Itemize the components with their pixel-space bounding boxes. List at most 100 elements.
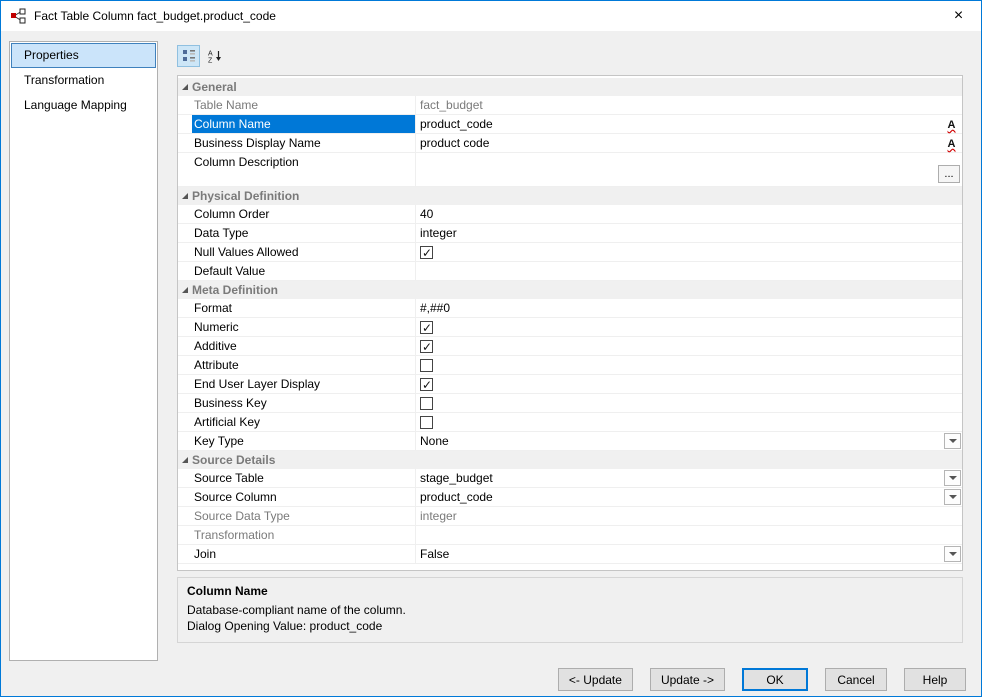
property-label: Source Table [192,469,416,487]
property-row-additive[interactable]: Additive [178,337,962,356]
property-row-business-key[interactable]: Business Key [178,394,962,413]
numeric-checkbox[interactable] [420,319,433,336]
update-right-button[interactable]: Update -> [649,668,725,691]
property-label: Key Type [192,432,416,450]
join-dropdown[interactable] [944,546,961,562]
property-value[interactable] [416,153,962,186]
key-type-dropdown[interactable] [944,433,961,449]
property-row-join[interactable]: Join False [178,545,962,564]
end-user-layer-display-checkbox[interactable] [420,376,433,393]
property-row-data-type[interactable]: Data Type integer [178,224,962,243]
categorized-view-button[interactable] [177,45,200,67]
sidebar-item-transformation[interactable]: Transformation [11,68,156,93]
source-table-dropdown[interactable] [944,470,961,486]
close-button[interactable]: × [936,2,981,31]
section-header-source-details[interactable]: Source Details [178,451,962,469]
help-button[interactable]: Help [904,668,966,691]
collapse-arrow-icon[interactable] [182,287,188,293]
update-left-button[interactable]: <- Update [557,668,633,691]
null-values-checkbox[interactable] [420,244,433,261]
categorized-icon [182,50,195,62]
description-title: Column Name [187,584,268,598]
property-row-attribute[interactable]: Attribute [178,356,962,375]
property-value[interactable]: product_code [416,115,962,133]
property-label: Source Column [192,488,416,506]
font-icon[interactable]: A [944,117,959,132]
collapse-arrow-icon[interactable] [182,84,188,90]
property-value: fact_budget [420,98,483,112]
sidebar-item-language-mapping[interactable]: Language Mapping [11,93,156,118]
grid-toolbar: A Z [177,45,226,67]
chevron-down-icon [948,476,957,480]
section-header-general[interactable]: General [178,78,962,96]
cancel-button[interactable]: Cancel [825,668,887,691]
svg-text:Z: Z [208,58,213,64]
property-label: Artificial Key [192,413,416,431]
property-row-column-name[interactable]: Column Name product_code A [178,115,962,134]
source-column-dropdown[interactable] [944,489,961,505]
property-value[interactable]: #,##0 [416,299,962,317]
property-value[interactable]: 40 [416,205,962,223]
property-label: Business Display Name [192,134,416,152]
section-title: Source Details [192,453,276,467]
property-row-source-column[interactable]: Source Column product_code [178,488,962,507]
property-label: Additive [192,337,416,355]
property-row-numeric[interactable]: Numeric [178,318,962,337]
property-row-column-order[interactable]: Column Order 40 [178,205,962,224]
property-label: Transformation [192,526,416,544]
property-label: Table Name [192,96,416,114]
property-row-key-type[interactable]: Key Type None [178,432,962,451]
sort-alphabetical-button[interactable]: A Z [203,45,226,67]
property-label: Numeric [192,318,416,336]
property-row-source-table[interactable]: Source Table stage_budget [178,469,962,488]
chevron-down-icon [948,439,957,443]
property-value[interactable]: None [416,432,962,450]
title-bar: Fact Table Column fact_budget.product_co… [1,1,981,31]
property-row-end-user-layer-display[interactable]: End User Layer Display [178,375,962,394]
property-label: Data Type [192,224,416,242]
footer-buttons: <- Update Update -> OK Cancel Help [557,668,966,691]
property-row-artificial-key[interactable]: Artificial Key [178,413,962,432]
property-value[interactable]: integer [416,224,962,242]
collapse-arrow-icon[interactable] [182,193,188,199]
ellipsis-button[interactable]: ... [938,165,960,183]
property-row-business-display-name[interactable]: Business Display Name product code A [178,134,962,153]
property-label: Business Key [192,394,416,412]
property-row-transformation[interactable]: Transformation [178,526,962,545]
svg-text:A: A [208,51,213,58]
property-row-table-name[interactable]: Table Name fact_budget [178,96,962,115]
section-title: General [192,80,237,94]
property-row-default-value[interactable]: Default Value [178,262,962,281]
property-value[interactable]: stage_budget [416,469,962,487]
property-grid: General Table Name fact_budget Column Na… [177,75,963,571]
property-row-column-description[interactable]: Column Description ... [178,153,962,187]
property-label: Column Order [192,205,416,223]
attribute-checkbox[interactable] [420,359,433,372]
section-header-meta-definition[interactable]: Meta Definition [178,281,962,299]
property-value[interactable]: False [416,545,962,563]
artificial-key-checkbox[interactable] [420,416,433,429]
property-label: Format [192,299,416,317]
chevron-down-icon [948,495,957,499]
section-title: Meta Definition [192,283,278,297]
property-value[interactable]: product_code [416,488,962,506]
collapse-arrow-icon[interactable] [182,457,188,463]
property-label: Attribute [192,356,416,374]
property-value[interactable] [416,262,962,280]
description-line: Database-compliant name of the column. [187,603,406,617]
property-label: Join [192,545,416,563]
section-header-physical-definition[interactable]: Physical Definition [178,187,962,205]
property-value[interactable]: product code [416,134,962,152]
sidebar: Properties Transformation Language Mappi… [9,41,158,661]
font-icon[interactable]: A [944,136,959,151]
property-row-source-data-type[interactable]: Source Data Type integer [178,507,962,526]
property-row-null-values-allowed[interactable]: Null Values Allowed [178,243,962,262]
dialog-window: { "window": { "title": "Fact Table Colum… [0,0,982,697]
description-line: Dialog Opening Value: product_code [187,619,383,633]
additive-checkbox[interactable] [420,338,433,355]
ok-button[interactable]: OK [742,668,808,691]
sidebar-item-properties[interactable]: Properties [11,43,156,68]
property-row-format[interactable]: Format #,##0 [178,299,962,318]
business-key-checkbox[interactable] [420,397,433,410]
property-label: Default Value [192,262,416,280]
